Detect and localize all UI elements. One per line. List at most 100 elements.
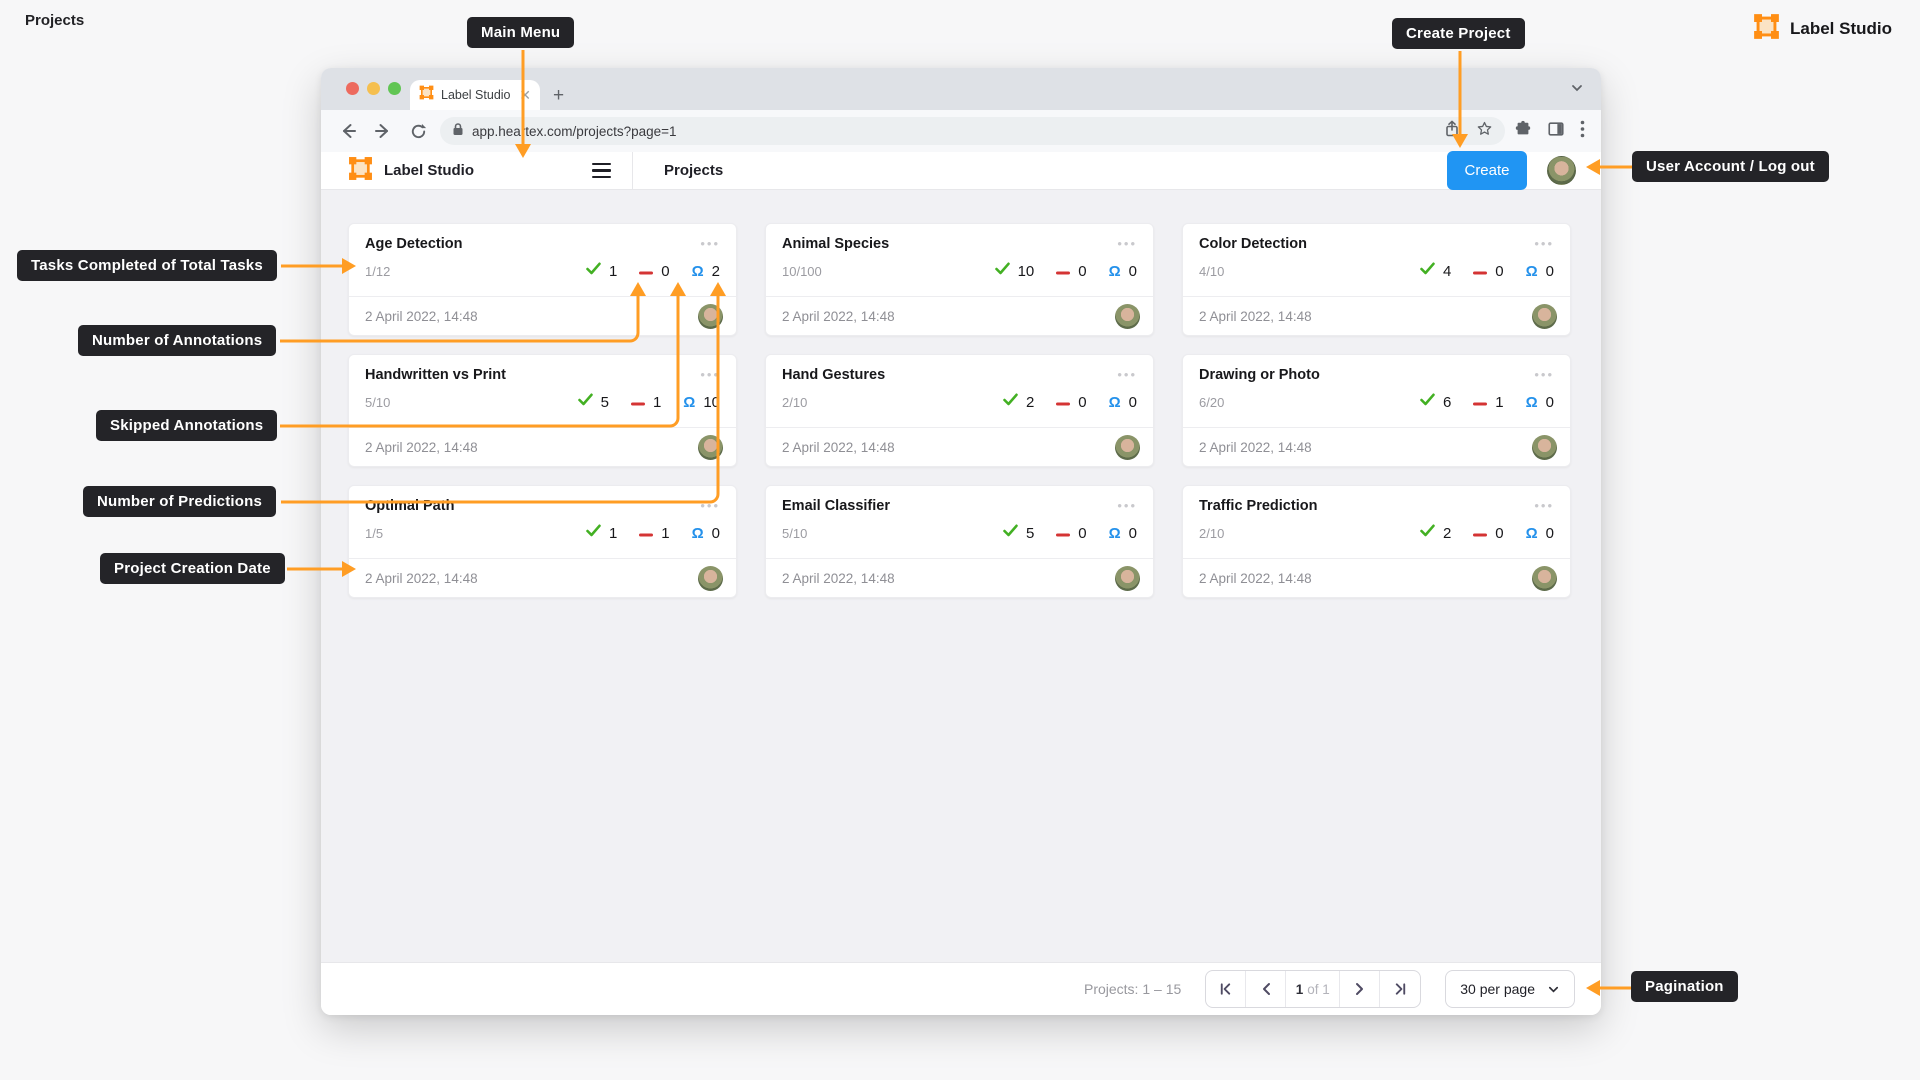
address-bar[interactable]: app.heartex.com/projects?page=1 bbox=[440, 117, 1505, 145]
card-counts: 1 0 Ω 2 bbox=[586, 262, 720, 280]
skipped-minus-icon bbox=[1056, 524, 1070, 542]
card-counts: 4 0 Ω 0 bbox=[1420, 262, 1554, 280]
predictions-icon: Ω bbox=[692, 525, 704, 542]
annotations-count: 6 bbox=[1443, 394, 1451, 411]
project-title: Hand Gestures bbox=[782, 367, 1117, 383]
prev-page-button[interactable] bbox=[1246, 971, 1286, 1007]
annotations-check-icon bbox=[1420, 393, 1435, 411]
card-menu-kebab-icon[interactable]: ••• bbox=[1117, 236, 1137, 248]
pagination-controls: 1 of 1 bbox=[1205, 970, 1421, 1008]
skipped-count: 0 bbox=[1078, 525, 1086, 542]
tasks-completed-ratio: 2/10 bbox=[1199, 526, 1420, 541]
side-panel-icon[interactable] bbox=[1547, 120, 1565, 143]
project-member-avatar bbox=[1532, 435, 1557, 460]
zoom-window-button[interactable] bbox=[388, 82, 401, 95]
window-controls[interactable] bbox=[346, 82, 401, 95]
predictions-icon: Ω bbox=[1109, 263, 1121, 280]
reload-icon[interactable] bbox=[405, 118, 431, 144]
card-counts: 1 1 Ω 0 bbox=[586, 524, 720, 542]
project-card[interactable]: Animal Species ••• 10/100 10 0 Ω bbox=[765, 223, 1154, 336]
project-card[interactable]: Email Classifier ••• 5/10 5 0 Ω bbox=[765, 485, 1154, 598]
create-project-button[interactable]: Create bbox=[1447, 151, 1527, 190]
url-text[interactable]: app.heartex.com/projects?page=1 bbox=[472, 124, 1436, 139]
first-page-button[interactable] bbox=[1206, 971, 1246, 1007]
annotations-check-icon bbox=[586, 262, 601, 280]
callout-num-annotations: Number of Annotations bbox=[78, 325, 276, 356]
browser-tab[interactable]: Label Studio ✕ bbox=[410, 80, 540, 110]
project-creation-date: 2 April 2022, 14:48 bbox=[1199, 309, 1532, 324]
skipped-count: 0 bbox=[661, 263, 669, 280]
user-avatar[interactable] bbox=[1547, 156, 1576, 185]
skipped-count: 0 bbox=[1078, 263, 1086, 280]
skipped-minus-icon bbox=[639, 262, 653, 280]
new-tab-button[interactable]: + bbox=[553, 85, 564, 107]
callout-creation-date: Project Creation Date bbox=[100, 553, 285, 584]
current-page: 1 bbox=[1296, 982, 1304, 997]
browser-toolbar: app.heartex.com/projects?page=1 bbox=[321, 110, 1601, 152]
forward-icon[interactable] bbox=[370, 118, 396, 144]
project-card[interactable]: Hand Gestures ••• 2/10 2 0 Ω bbox=[765, 354, 1154, 467]
project-card[interactable]: Handwritten vs Print ••• 5/10 5 1 Ω bbox=[348, 354, 737, 467]
card-counts: 5 0 Ω 0 bbox=[1003, 524, 1137, 542]
share-icon[interactable] bbox=[1444, 120, 1460, 142]
card-menu-kebab-icon[interactable]: ••• bbox=[1534, 367, 1554, 379]
predictions-icon: Ω bbox=[1526, 525, 1538, 542]
per-page-dropdown[interactable]: 30 per page bbox=[1445, 970, 1575, 1008]
card-menu-kebab-icon[interactable]: ••• bbox=[700, 498, 720, 510]
main-menu-hamburger-icon[interactable] bbox=[592, 163, 611, 179]
project-title: Age Detection bbox=[365, 236, 700, 252]
annotations-count: 1 bbox=[609, 525, 617, 542]
page-corner-title: Projects bbox=[25, 12, 84, 29]
minimize-window-button[interactable] bbox=[367, 82, 380, 95]
back-icon[interactable] bbox=[335, 118, 361, 144]
predictions-count: 0 bbox=[1129, 263, 1137, 280]
skipped-minus-icon bbox=[631, 393, 645, 411]
tab-favicon-icon bbox=[419, 85, 434, 105]
project-title: Traffic Prediction bbox=[1199, 498, 1534, 514]
app-footer: Projects: 1 – 15 1 of 1 30 per page bbox=[321, 962, 1601, 1015]
project-card[interactable]: Age Detection ••• 1/12 1 0 Ω bbox=[348, 223, 737, 336]
callout-skipped-annotations: Skipped Annotations bbox=[96, 410, 277, 441]
project-card[interactable]: Drawing or Photo ••• 6/20 6 1 Ω bbox=[1182, 354, 1571, 467]
skipped-minus-icon bbox=[1473, 262, 1487, 280]
annotations-count: 5 bbox=[1026, 525, 1034, 542]
page-count: of 1 bbox=[1307, 982, 1330, 997]
project-creation-date: 2 April 2022, 14:48 bbox=[782, 309, 1115, 324]
callout-create-project: Create Project bbox=[1392, 18, 1525, 49]
card-menu-kebab-icon[interactable]: ••• bbox=[700, 236, 720, 248]
tasks-completed-ratio: 5/10 bbox=[365, 395, 578, 410]
browser-menu-kebab-icon[interactable] bbox=[1580, 120, 1585, 143]
annotations-count: 10 bbox=[1018, 263, 1035, 280]
card-counts: 2 0 Ω 0 bbox=[1003, 393, 1137, 411]
tab-strip-chevron-icon[interactable] bbox=[1570, 81, 1584, 100]
projects-range-label: Projects: 1 – 15 bbox=[1084, 981, 1181, 997]
project-member-avatar bbox=[698, 304, 723, 329]
bookmark-star-icon[interactable] bbox=[1476, 120, 1493, 142]
project-card[interactable]: Traffic Prediction ••• 2/10 2 0 Ω bbox=[1182, 485, 1571, 598]
next-page-button[interactable] bbox=[1340, 971, 1380, 1007]
project-card[interactable]: Color Detection ••• 4/10 4 0 Ω bbox=[1182, 223, 1571, 336]
project-card[interactable]: Optimal Path ••• 1/5 1 1 Ω 0 bbox=[348, 485, 737, 598]
annotations-count: 4 bbox=[1443, 263, 1451, 280]
annotations-count: 5 bbox=[601, 394, 609, 411]
browser-tab-strip: Label Studio ✕ + bbox=[321, 68, 1601, 110]
card-menu-kebab-icon[interactable]: ••• bbox=[1534, 236, 1554, 248]
project-creation-date: 2 April 2022, 14:48 bbox=[365, 571, 698, 586]
predictions-icon: Ω bbox=[683, 394, 695, 411]
card-menu-kebab-icon[interactable]: ••• bbox=[1117, 498, 1137, 510]
card-menu-kebab-icon[interactable]: ••• bbox=[1117, 367, 1137, 379]
card-menu-kebab-icon[interactable]: ••• bbox=[700, 367, 720, 379]
project-creation-date: 2 April 2022, 14:48 bbox=[1199, 440, 1532, 455]
project-title: Drawing or Photo bbox=[1199, 367, 1534, 383]
header-divider bbox=[632, 152, 633, 190]
card-menu-kebab-icon[interactable]: ••• bbox=[1534, 498, 1554, 510]
skipped-count: 1 bbox=[653, 394, 661, 411]
extensions-puzzle-icon[interactable] bbox=[1514, 120, 1532, 143]
label-studio-logo-icon bbox=[1753, 13, 1780, 45]
predictions-icon: Ω bbox=[1526, 394, 1538, 411]
tab-close-icon[interactable]: ✕ bbox=[519, 88, 531, 102]
last-page-button[interactable] bbox=[1380, 971, 1420, 1007]
close-window-button[interactable] bbox=[346, 82, 359, 95]
tasks-completed-ratio: 6/20 bbox=[1199, 395, 1420, 410]
predictions-icon: Ω bbox=[1526, 263, 1538, 280]
